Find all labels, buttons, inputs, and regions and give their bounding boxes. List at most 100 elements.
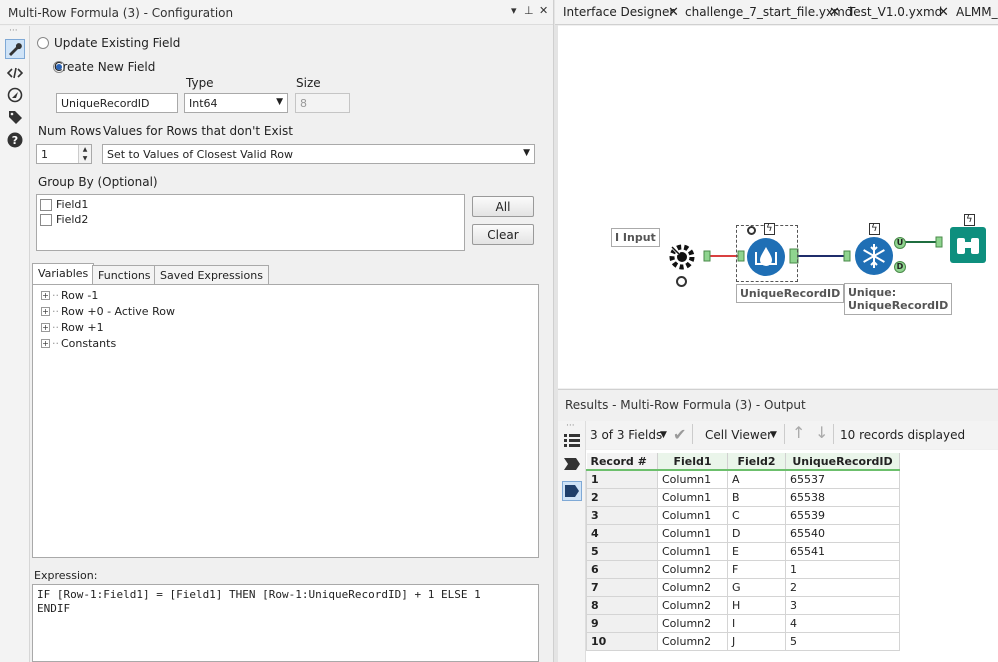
- new-field-name-input[interactable]: UniqueRecordID: [56, 93, 178, 113]
- expand-icon[interactable]: +: [41, 323, 50, 332]
- table-cell[interactable]: C: [727, 505, 786, 525]
- fields-selector[interactable]: 3 of 3 Fields: [590, 428, 662, 442]
- table-cell[interactable]: F: [727, 559, 786, 579]
- table-row[interactable]: 5 Column1 E 65541: [586, 541, 900, 561]
- code-icon[interactable]: [5, 63, 25, 83]
- table-cell[interactable]: Column1: [657, 541, 728, 561]
- table-cell[interactable]: 65541: [785, 541, 900, 561]
- expand-icon[interactable]: +: [41, 291, 50, 300]
- all-button[interactable]: All: [472, 196, 534, 217]
- table-cell[interactable]: 9: [586, 613, 658, 633]
- table-row[interactable]: 6 Column2 F 1: [586, 559, 900, 579]
- pin-icon[interactable]: ⊥: [524, 4, 534, 17]
- expression-editor[interactable]: IF [Row-1:Field1] = [Field1] THEN [Row-1…: [32, 584, 539, 662]
- tag-icon[interactable]: [5, 107, 25, 127]
- tab-saved-expressions[interactable]: Saved Expressions: [154, 265, 269, 284]
- metadata-tag-icon[interactable]: [564, 456, 580, 472]
- tab-test-v1[interactable]: Test_V1.0.yxmd: [848, 5, 942, 19]
- column-header[interactable]: Record #: [586, 453, 658, 471]
- table-row[interactable]: 2 Column1 B 65538: [586, 487, 900, 507]
- table-cell[interactable]: 65539: [785, 505, 900, 525]
- table-cell[interactable]: 5: [785, 631, 900, 651]
- chevron-down-icon[interactable]: ▼: [770, 430, 777, 440]
- tree-item-row-minus-1[interactable]: + ·· Row -1: [41, 289, 98, 302]
- table-row[interactable]: 3 Column1 C 65539: [586, 505, 900, 525]
- table-cell[interactable]: 65540: [785, 523, 900, 543]
- unique-tool-label[interactable]: Unique: UniqueRecordID: [844, 283, 953, 315]
- dropdown-icon[interactable]: ▾: [511, 4, 517, 17]
- table-row[interactable]: 1 Column1 A 65537: [586, 469, 900, 489]
- arrow-up-icon[interactable]: ↑: [792, 423, 805, 442]
- list-item[interactable]: Field2: [40, 213, 88, 226]
- table-cell[interactable]: 3: [586, 505, 658, 525]
- column-header[interactable]: UniqueRecordID: [785, 453, 900, 471]
- column-header[interactable]: Field2: [727, 453, 786, 471]
- table-row[interactable]: 10 Column2 J 5: [586, 631, 900, 651]
- table-cell[interactable]: 1: [586, 469, 658, 489]
- table-cell[interactable]: 5: [586, 541, 658, 561]
- table-cell[interactable]: Column1: [657, 523, 728, 543]
- tree-item-constants[interactable]: + ·· Constants: [41, 337, 116, 350]
- field1-checkbox[interactable]: [40, 198, 52, 211]
- close-icon[interactable]: ✕: [829, 5, 840, 20]
- tab-almm[interactable]: ALMM_C: [956, 5, 998, 19]
- group-by-list[interactable]: Field1 Field2: [36, 194, 465, 251]
- update-existing-radio[interactable]: [37, 37, 49, 49]
- multi-row-formula-label[interactable]: UniqueRecordID: [736, 284, 845, 303]
- table-cell[interactable]: 65537: [785, 469, 900, 489]
- table-cell[interactable]: Column1: [657, 469, 728, 489]
- variables-tree[interactable]: + ·· Row -1 + ·· Row +0 - Active Row + ·· R…: [32, 284, 539, 558]
- table-cell[interactable]: E: [727, 541, 786, 561]
- table-cell[interactable]: A: [727, 469, 786, 489]
- close-icon[interactable]: ✕: [938, 5, 949, 20]
- table-cell[interactable]: Column2: [657, 631, 728, 651]
- close-icon[interactable]: ✕: [668, 5, 679, 20]
- arrow-down-icon[interactable]: ↓: [815, 423, 828, 442]
- tree-item-row-plus-1[interactable]: + ·· Row +1: [41, 321, 104, 334]
- type-select[interactable]: Int64 ▼: [184, 93, 288, 113]
- browse-tool[interactable]: [950, 227, 986, 263]
- table-cell[interactable]: 4: [586, 523, 658, 543]
- table-cell[interactable]: Column2: [657, 595, 728, 615]
- check-icon[interactable]: ✔: [673, 425, 686, 444]
- table-cell[interactable]: H: [727, 595, 786, 615]
- list-view-icon[interactable]: [564, 433, 580, 449]
- table-cell[interactable]: 1: [785, 559, 900, 579]
- table-cell[interactable]: Column1: [657, 487, 728, 507]
- navigate-icon[interactable]: [5, 85, 25, 105]
- table-row[interactable]: 9 Column2 I 4: [586, 613, 900, 633]
- table-cell[interactable]: 7: [586, 577, 658, 597]
- table-cell[interactable]: J: [727, 631, 786, 651]
- table-cell[interactable]: 3: [785, 595, 900, 615]
- column-header[interactable]: Field1: [657, 453, 728, 471]
- table-cell[interactable]: 8: [586, 595, 658, 615]
- help-icon[interactable]: ?: [5, 130, 25, 150]
- tree-item-row-active[interactable]: + ·· Row +0 - Active Row: [41, 305, 175, 318]
- table-cell[interactable]: 2: [785, 577, 900, 597]
- table-cell[interactable]: 6: [586, 559, 658, 579]
- table-cell[interactable]: B: [727, 487, 786, 507]
- tab-interface-designer[interactable]: Interface Designer: [563, 5, 674, 19]
- table-cell[interactable]: G: [727, 577, 786, 597]
- table-cell[interactable]: 4: [785, 613, 900, 633]
- table-cell[interactable]: Column2: [657, 613, 728, 633]
- chevron-down-icon[interactable]: ▼: [660, 430, 667, 440]
- tab-variables[interactable]: Variables: [32, 263, 95, 284]
- table-cell[interactable]: 10: [586, 631, 658, 651]
- values-for-rows-select[interactable]: Set to Values of Closest Valid Row ▼: [102, 144, 535, 164]
- table-row[interactable]: 7 Column2 G 2: [586, 577, 900, 597]
- clear-button[interactable]: Clear: [472, 224, 534, 245]
- data-view-icon[interactable]: [562, 481, 582, 501]
- multi-row-formula-tool[interactable]: ϟ: [736, 223, 798, 282]
- expand-icon[interactable]: +: [41, 307, 50, 316]
- table-cell[interactable]: 2: [586, 487, 658, 507]
- table-cell[interactable]: Column2: [657, 577, 728, 597]
- table-cell[interactable]: Column2: [657, 559, 728, 579]
- unique-anchor-d[interactable]: D: [894, 261, 906, 273]
- tab-functions[interactable]: Functions: [92, 265, 157, 284]
- results-grid[interactable]: Record # Field1 Field2 UniqueRecordID 1C…: [586, 450, 998, 662]
- table-cell[interactable]: 65538: [785, 487, 900, 507]
- wrench-icon[interactable]: [5, 39, 25, 59]
- tab-challenge-7[interactable]: challenge_7_start_file.yxmd: [685, 5, 852, 19]
- num-rows-stepper[interactable]: 1 ▲ ▼: [36, 144, 92, 164]
